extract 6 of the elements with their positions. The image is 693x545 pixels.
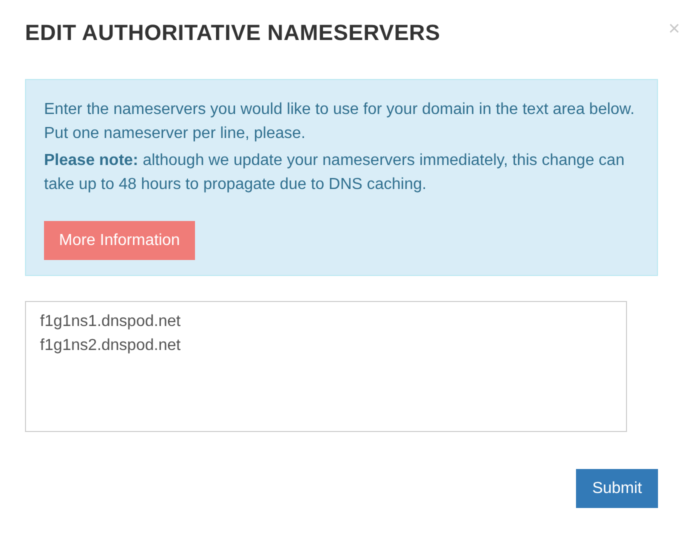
submit-button[interactable]: Submit [576,469,658,508]
more-information-button[interactable]: More Information [44,221,195,260]
info-text: Please note: although we update your nameservers immediately, this change can take up to 48 hours to propagate due to DNS caching. [44,151,626,195]
info-text: Enter the nameservers you would like to use for your domain in the text area below. Put one nameserver per line, please. [44,100,636,144]
nameservers-field[interactable]: f1g1ns1.dnspod.net f1g1ns2.dnspod.net [25,301,627,432]
dialog-title: EDIT AUTHORITATIVE NAMESERVERS [25,20,440,46]
